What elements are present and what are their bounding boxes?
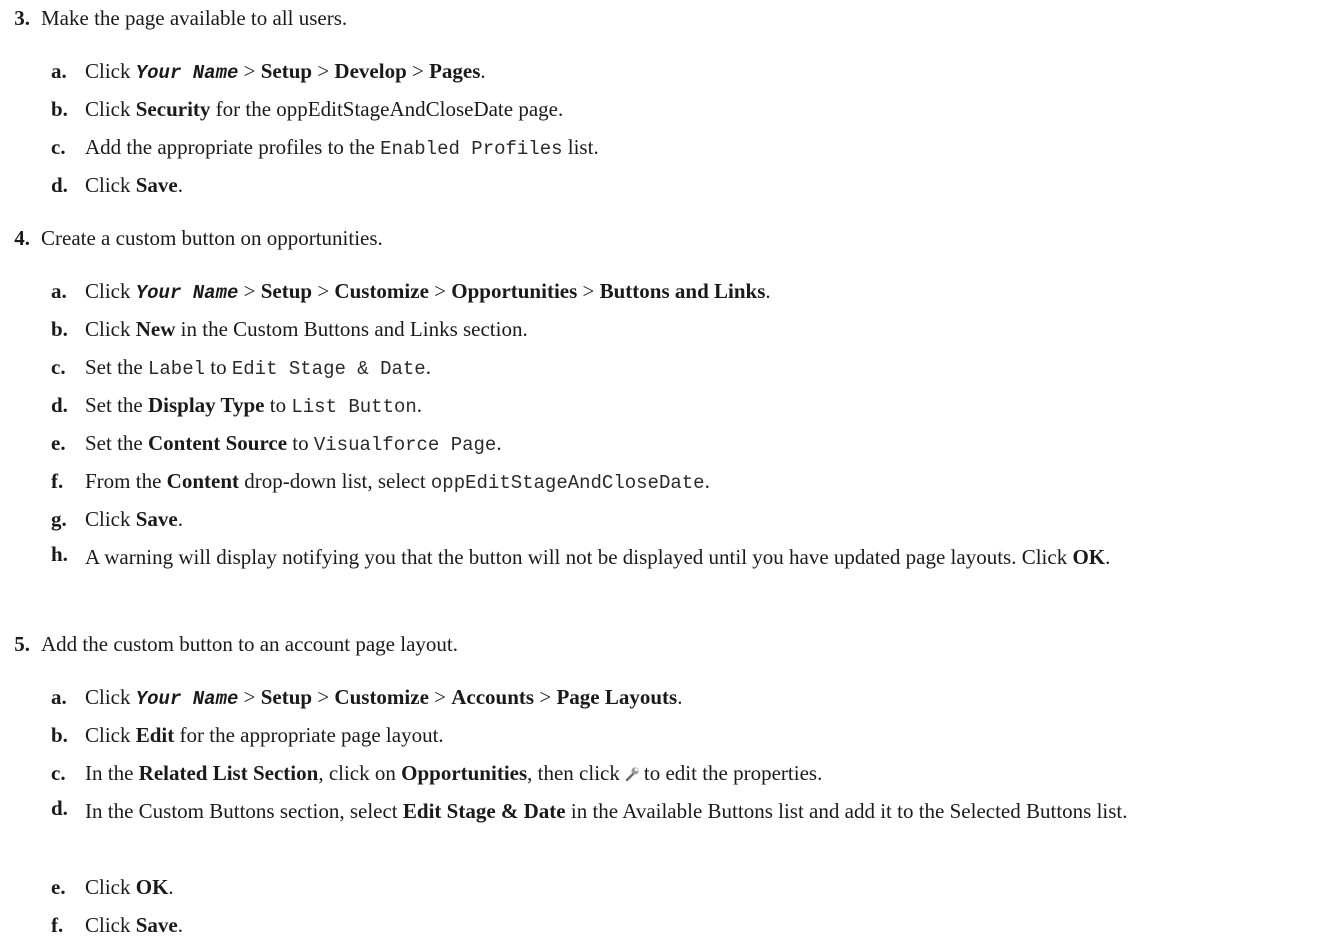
substep-4f: f. From the Content drop-down list, selec… [51, 469, 710, 494]
step-number: 4. [14, 226, 30, 250]
substep-3b: b. Click Security for the oppEditStageAnd… [51, 97, 564, 121]
step-4: 4. Create a custom button on opportunitie… [0, 226, 383, 251]
substep-3a: a. Click Your Name > Setup > Develop > Pa… [51, 59, 486, 84]
step-text: Add the custom button to an account page… [41, 632, 458, 656]
substep-5c: c. In the Related List Section, click on … [51, 761, 823, 785]
step-number: 5. [14, 632, 30, 656]
your-name-placeholder: Your Name [135, 282, 239, 304]
step-5: 5. Add the custom button to an account pa… [0, 632, 458, 657]
substep-3c: c. Add the appropriate profiles to the En… [51, 135, 599, 160]
step-text: Make the page available to all users. [41, 6, 348, 30]
menu-path-setup: Setup [260, 59, 313, 83]
step-3: 3. Make the page available to all users. [0, 6, 347, 31]
substep-4c: c. Set the Label to Edit Stage & Date. [51, 355, 431, 380]
step-number: 3. [14, 6, 30, 30]
substep-4e: e. Set the Content Source to Visualforce … [51, 431, 502, 456]
substep-4g: g. Click Save. [51, 507, 183, 531]
substep-5d: d. In the Custom Buttons section, select … [51, 796, 1128, 823]
substep-5e: e. Click OK. [51, 875, 174, 899]
substep-3d: d. Click Save. [51, 173, 183, 197]
your-name-placeholder: Your Name [135, 62, 239, 84]
substep-4d: d. Set the Display Type to List Button. [51, 393, 423, 418]
your-name-placeholder: Your Name [135, 688, 239, 710]
substep-4h: h. A warning will display notifying you t… [51, 542, 1111, 569]
substep-4a: a. Click Your Name > Setup > Customize > … [51, 279, 771, 304]
code-enabled-profiles: Enabled Profiles [380, 138, 563, 160]
wrench-icon [625, 767, 639, 782]
step-text: Create a custom button on opportunities. [41, 226, 383, 250]
menu-path-pages: Pages [429, 59, 481, 83]
substep-4b: b. Click New in the Custom Buttons and Li… [51, 317, 528, 341]
substep-5a: a. Click Your Name > Setup > Customize > … [51, 685, 683, 710]
substep-5f: f. Click Save. [51, 913, 183, 937]
substep-5b: b. Click Edit for the appropriate page la… [51, 723, 444, 747]
menu-path-develop: Develop [334, 59, 407, 83]
